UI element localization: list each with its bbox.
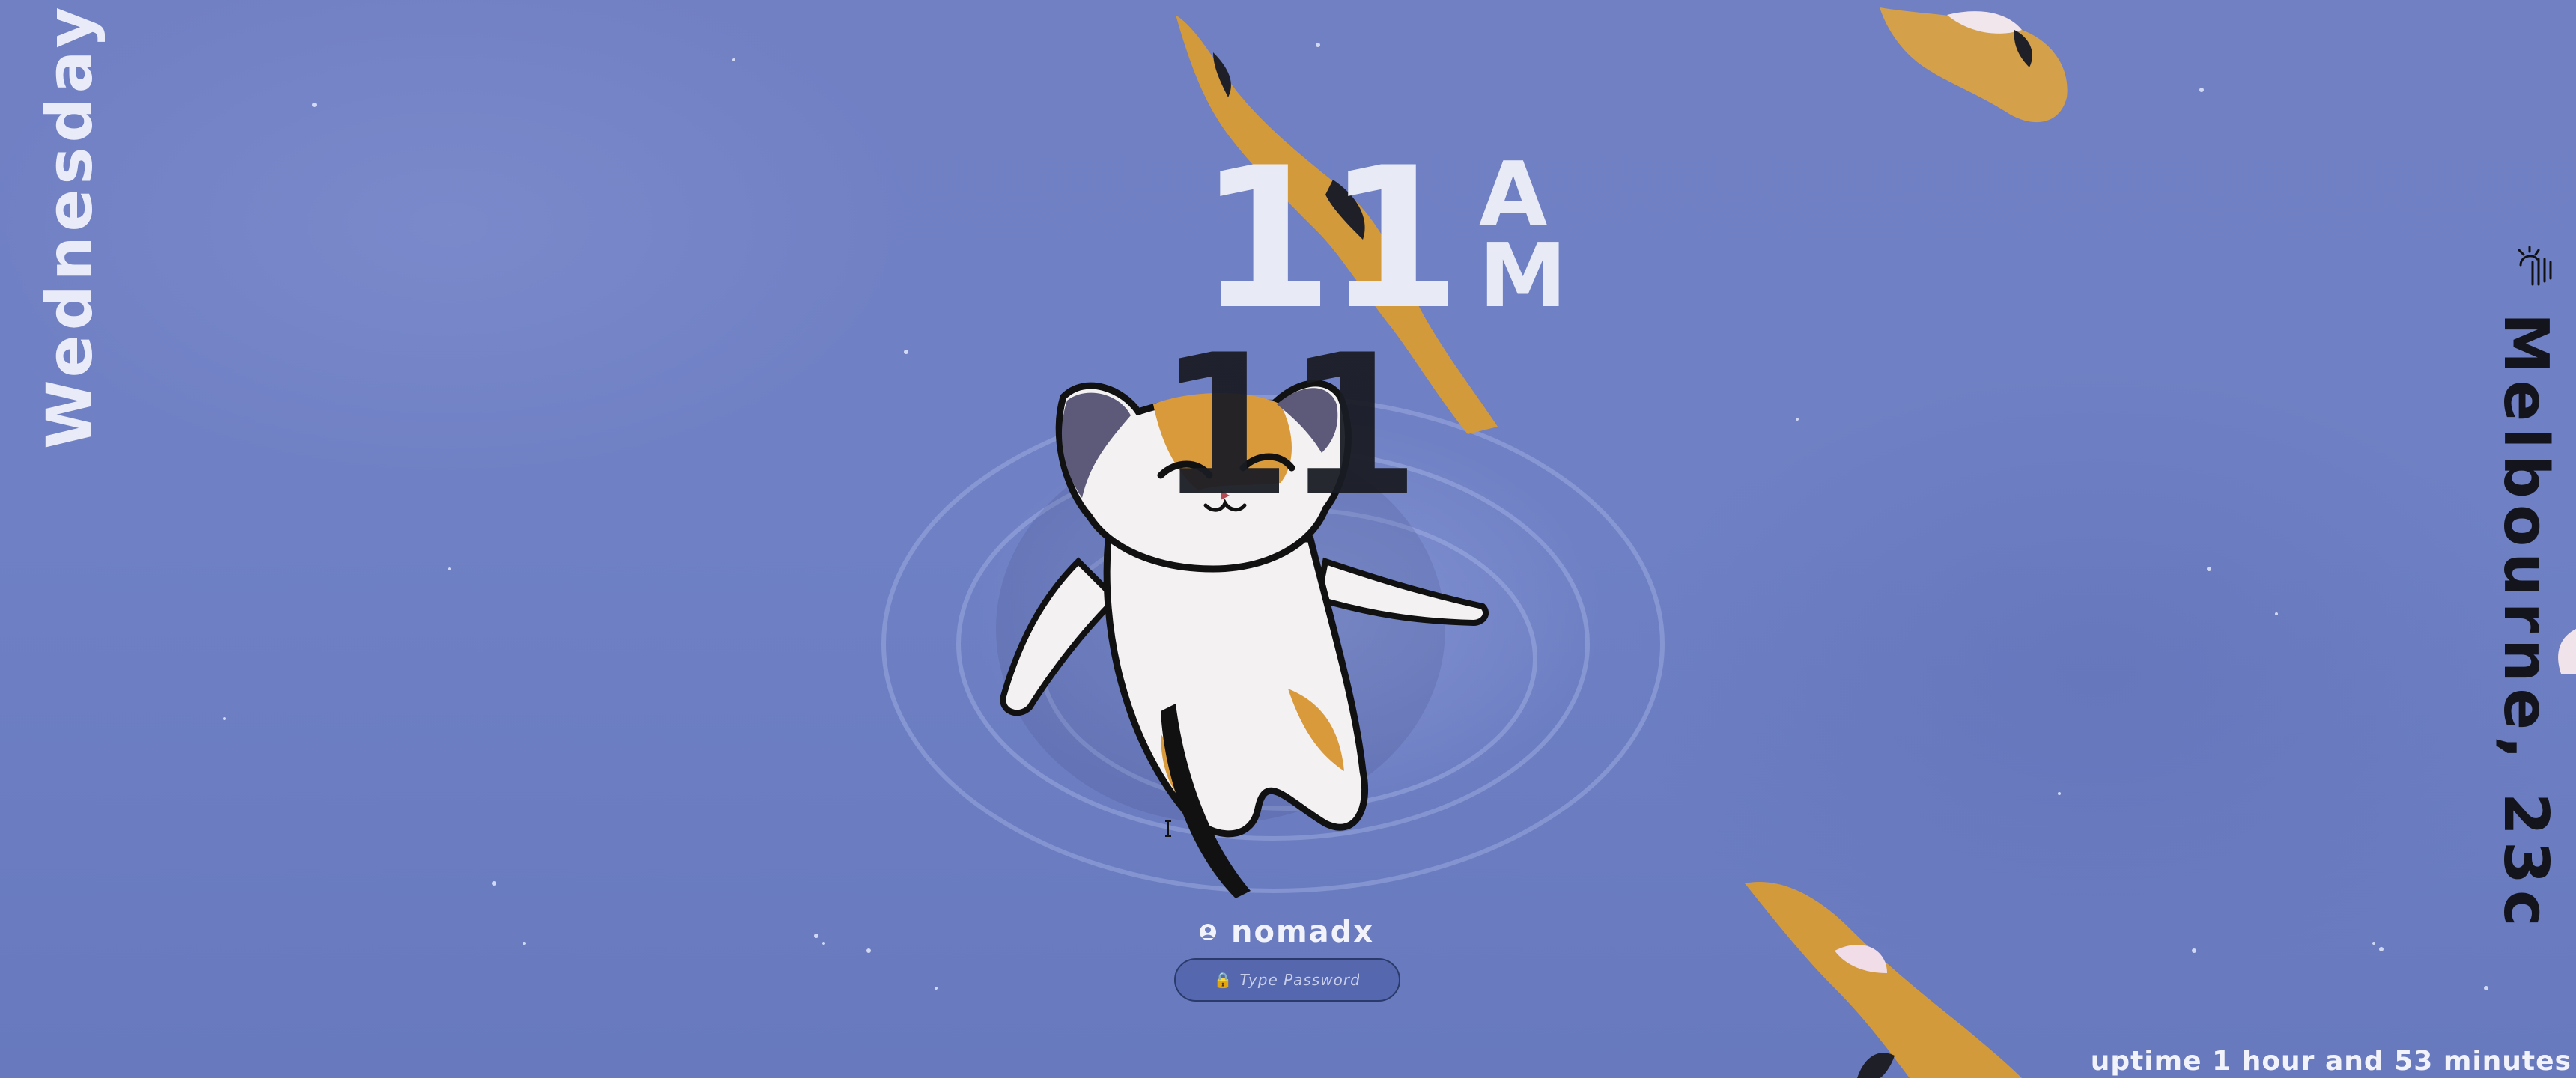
clock-ampm: AM bbox=[1479, 142, 1567, 327]
lock-screen: 11 11 AM Wednesday Melbourne, 23c nomadx… bbox=[0, 0, 2576, 1078]
uptime-label: uptime 1 hour and 53 minutes bbox=[2090, 1046, 2572, 1077]
text-cursor-icon bbox=[1165, 820, 1171, 837]
weather-location-temperature: Melbourne, 23c bbox=[2490, 313, 2561, 933]
koi-fish-icon bbox=[1880, 7, 2068, 123]
user-icon bbox=[1200, 924, 1216, 940]
password-input[interactable] bbox=[1238, 970, 1361, 990]
clock-minute: 11 bbox=[1157, 314, 1421, 540]
clock-hour: 11 bbox=[1198, 127, 1462, 353]
weather-icon bbox=[2518, 246, 2552, 286]
lock-icon: 🔒 bbox=[1213, 971, 1233, 989]
day-label: Wednesday bbox=[33, 2, 106, 449]
user-row: nomadx bbox=[1198, 915, 1374, 949]
koi-fish-icon bbox=[1745, 882, 2022, 1078]
username: nomadx bbox=[1231, 915, 1375, 949]
password-field[interactable]: 🔒 bbox=[1174, 958, 1400, 1002]
